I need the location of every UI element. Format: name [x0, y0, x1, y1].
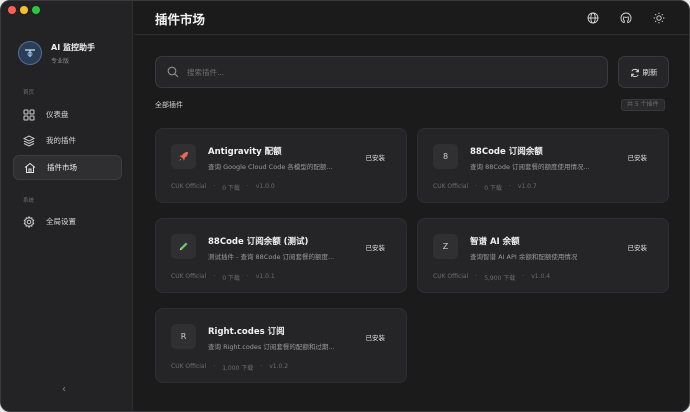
- sidebar-item-label: 我的插件: [46, 136, 76, 145]
- sidebar-section-home: 首页: [23, 90, 35, 96]
- plugin-name: 88Code 订阅余额: [470, 147, 543, 157]
- home-icon: [23, 161, 36, 174]
- plugin-letter-icon: R: [171, 324, 196, 349]
- plugin-meta: CUK Official · 0 下载 · v1.0.7: [433, 183, 537, 192]
- rocket-icon: [171, 144, 196, 169]
- sidebar-item-dashboard[interactable]: 仪表盘: [13, 102, 122, 127]
- sidebar-item-settings[interactable]: 全局设置: [13, 209, 122, 234]
- plugin-card-88code[interactable]: 8 88Code 订阅余额 查询 88Code 订阅套餐的额度使用情况... 已…: [417, 128, 669, 203]
- plugin-downloads: 0 下载: [222, 275, 240, 282]
- plugin-count-badge: 共 5 个插件: [621, 99, 665, 111]
- installed-badge: 已安装: [365, 244, 386, 252]
- meta-separator: ·: [246, 273, 249, 280]
- dashboard-icon: [22, 108, 35, 121]
- sidebar-item-label: 仪表盘: [46, 110, 69, 119]
- plugin-description: 查询 Google Cloud Code 各模型的配额...: [208, 163, 333, 171]
- sidebar-item-my-plugins[interactable]: 我的插件: [13, 128, 122, 153]
- meta-separator: ·: [475, 273, 478, 280]
- plugin-card-right-codes[interactable]: R Right.codes 订阅 查询 Right.codes 订阅套餐的配额和…: [155, 308, 407, 383]
- installed-badge: 已安装: [627, 244, 648, 252]
- plugin-description: 查询 Right.codes 订阅套餐的配额和过期...: [208, 343, 335, 351]
- app-edition: 专业版: [51, 57, 70, 65]
- plugin-card-88code-test[interactable]: 88Code 订阅余额 (测试) 测试插件 - 查询 88Code 订阅套餐的额…: [155, 218, 407, 293]
- layers-icon: [22, 134, 35, 147]
- plugin-downloads: 0 下载: [222, 185, 240, 192]
- meta-separator: ·: [508, 183, 511, 190]
- plugin-name: Antigravity 配额: [208, 147, 282, 157]
- plugin-downloads: 0 下载: [484, 185, 502, 192]
- globe-icon[interactable]: [586, 11, 599, 24]
- plugin-description: 查询 88Code 订阅套餐的额度使用情况...: [470, 163, 590, 171]
- plugin-name: Right.codes 订阅: [208, 327, 285, 337]
- refresh-label: 刷新: [642, 67, 658, 77]
- installed-badge: 已安装: [365, 334, 386, 342]
- plugin-author: CUK Official: [171, 363, 207, 370]
- plugin-meta: CUK Official · 1,000 下载 · v1.0.2: [171, 363, 288, 372]
- plugin-version: v1.0.0: [255, 183, 275, 190]
- app-window: AI 监控助手 专业版 首页 仪表盘 我的插件 插件市场 系统 全局设置 ‹ 插…: [0, 0, 690, 412]
- plugin-card-antigravity[interactable]: Antigravity 配额 查询 Google Cloud Code 各模型的…: [155, 128, 407, 203]
- plugin-downloads: 1,000 下载: [222, 365, 254, 372]
- installed-badge: 已安装: [627, 154, 648, 162]
- search-icon: [167, 63, 179, 82]
- meta-separator: ·: [213, 183, 216, 190]
- meta-separator: ·: [213, 273, 216, 280]
- search-box: [155, 56, 608, 88]
- page-title: 插件市场: [155, 12, 206, 27]
- window-controls: [8, 6, 40, 14]
- refresh-button[interactable]: 刷新: [618, 56, 669, 88]
- close-window-button[interactable]: [8, 6, 16, 14]
- plugin-version: v1.0.4: [531, 273, 551, 280]
- installed-badge: 已安装: [365, 154, 386, 162]
- search-input[interactable]: [187, 67, 587, 77]
- plugin-name: 智谱 AI 余额: [470, 237, 520, 247]
- plugin-version: v1.0.7: [517, 183, 537, 190]
- plugin-author: CUK Official: [433, 183, 469, 190]
- plugin-downloads: 5,900 下载: [484, 275, 516, 282]
- brand: AI 监控助手 专业版: [18, 41, 95, 65]
- sidebar-item-label: 全局设置: [46, 217, 76, 226]
- plugin-author: CUK Official: [433, 273, 469, 280]
- section-title: 全部插件: [155, 101, 183, 109]
- minimize-window-button[interactable]: [20, 6, 28, 14]
- plugin-description: 查询智谱 AI API 余额和配额使用情况: [470, 253, 578, 261]
- plugin-author: CUK Official: [171, 183, 207, 190]
- maximize-window-button[interactable]: [32, 6, 40, 14]
- meta-separator: ·: [260, 363, 263, 370]
- meta-separator: ·: [246, 183, 249, 190]
- plugin-version: v1.0.1: [255, 273, 275, 280]
- plugin-version: v1.0.2: [269, 363, 289, 370]
- sidebar: AI 监控助手 专业版 首页 仪表盘 我的插件 插件市场 系统 全局设置 ‹: [1, 1, 133, 411]
- plugin-letter-icon: 8: [433, 144, 458, 169]
- plugin-meta: CUK Official · 5,900 下载 · v1.0.4: [433, 273, 550, 282]
- refresh-icon: [630, 63, 640, 82]
- sun-icon[interactable]: [652, 11, 665, 24]
- plugin-author: CUK Official: [171, 273, 207, 280]
- sidebar-section-system: 系统: [23, 198, 35, 204]
- plugin-letter-icon: Z: [433, 234, 458, 259]
- plugin-card-zhipu[interactable]: Z 智谱 AI 余额 查询智谱 AI API 余额和配额使用情况 已安装 CUK…: [417, 218, 669, 293]
- meta-separator: ·: [522, 273, 525, 280]
- pencil-icon: [171, 234, 196, 259]
- collapse-sidebar-button[interactable]: ‹: [62, 384, 66, 395]
- github-icon[interactable]: [619, 11, 632, 24]
- app-logo-icon: [18, 41, 42, 65]
- sidebar-item-label: 插件市场: [47, 163, 77, 172]
- plugin-meta: CUK Official · 0 下载 · v1.0.1: [171, 273, 275, 282]
- header: 插件市场: [134, 1, 689, 35]
- meta-separator: ·: [213, 363, 216, 370]
- main-content: 插件市场 搜索插件... 刷新 全部插件 共 5 个插件 Antigravity…: [134, 1, 689, 411]
- sidebar-item-plugin-market[interactable]: 插件市场: [13, 155, 122, 180]
- gear-icon: [22, 215, 35, 228]
- plugin-meta: CUK Official · 0 下载 · v1.0.0: [171, 183, 275, 192]
- plugin-name: 88Code 订阅余额 (测试): [208, 237, 309, 247]
- app-name: AI 监控助手: [51, 42, 95, 52]
- meta-separator: ·: [475, 183, 478, 190]
- plugin-description: 测试插件 - 查询 88Code 订阅套餐的额度...: [208, 253, 335, 261]
